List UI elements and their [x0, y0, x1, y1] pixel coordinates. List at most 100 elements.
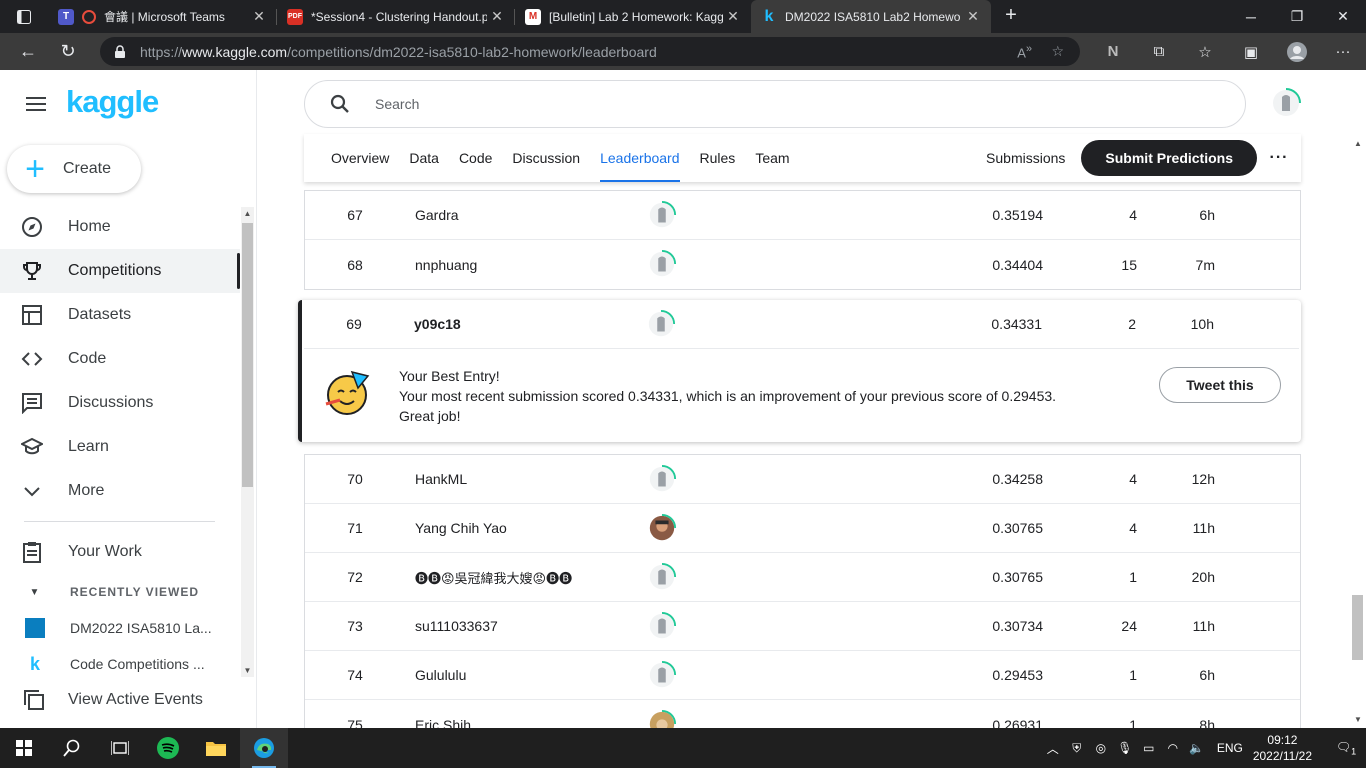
- table-row[interactable]: 67 Gardra 0.35194 4 6h: [305, 191, 1300, 240]
- user-avatar[interactable]: [1270, 87, 1302, 119]
- refresh-icon[interactable]: ↻: [48, 33, 88, 70]
- tab-rules[interactable]: Rules: [690, 134, 746, 182]
- wifi-icon[interactable]: ◠: [1161, 741, 1185, 755]
- sidebar-item-discussions[interactable]: Discussions: [0, 381, 240, 425]
- system-clock[interactable]: 09:12 2022/11/22: [1253, 732, 1312, 764]
- settings-more-icon[interactable]: ···: [1320, 43, 1366, 60]
- team-cell[interactable]: Eric Shih: [415, 717, 471, 729]
- team-cell[interactable]: Gulululu: [415, 667, 466, 683]
- avatar[interactable]: [647, 562, 677, 592]
- team-cell[interactable]: Gardra: [415, 207, 459, 223]
- address-bar[interactable]: https://www.kaggle.com/competitions/dm20…: [100, 37, 1080, 66]
- extensions-puzzle-icon[interactable]: ⧉: [1136, 43, 1182, 60]
- microphone-icon[interactable]: 🎙: [1113, 741, 1137, 755]
- chevron-up-icon[interactable]: ︿: [1041, 740, 1065, 757]
- task-view-icon[interactable]: [96, 728, 144, 768]
- minimize-icon[interactable]: ─: [1228, 0, 1274, 33]
- language-indicator[interactable]: ENG: [1217, 741, 1243, 755]
- avatar[interactable]: [647, 660, 677, 690]
- kaggle-logo[interactable]: kaggle: [66, 84, 159, 120]
- avatar[interactable]: [647, 464, 677, 494]
- table-row[interactable]: 74 Gulululu 0.29453 1 6h: [305, 651, 1300, 700]
- scrollbar-thumb[interactable]: [1352, 595, 1363, 660]
- close-tab-icon[interactable]: ✕: [487, 8, 507, 25]
- table-row-own[interactable]: 69 y09c18 0.34331 2 10h: [304, 300, 1299, 349]
- tab-data[interactable]: Data: [399, 134, 449, 182]
- battery-icon[interactable]: ▭: [1137, 741, 1161, 755]
- new-tab-button[interactable]: +: [991, 0, 1031, 33]
- sidebar-item-code[interactable]: Code: [0, 337, 240, 381]
- table-row[interactable]: 72 🅑🅑😡吳冠緯我大嫂😡🅑🅑 0.30765 1 20h: [305, 553, 1300, 602]
- team-cell[interactable]: Yang Chih Yao: [415, 520, 507, 536]
- volume-icon[interactable]: 🔈: [1185, 741, 1209, 755]
- submit-predictions-button[interactable]: Submit Predictions: [1081, 140, 1257, 176]
- spotify-icon[interactable]: [144, 728, 192, 768]
- sidebar-item-your-work[interactable]: Your Work: [0, 530, 240, 574]
- notification-center-icon[interactable]: 🗨1: [1326, 740, 1366, 756]
- maximize-icon[interactable]: ❐: [1274, 0, 1320, 33]
- sidebar-item-competitions[interactable]: Competitions: [0, 249, 240, 293]
- tab-code[interactable]: Code: [449, 134, 502, 182]
- file-explorer-icon[interactable]: [192, 728, 240, 768]
- scroll-up-icon[interactable]: ▲: [241, 209, 254, 218]
- team-cell[interactable]: 🅑🅑😡吳冠緯我大嫂😡🅑🅑: [415, 568, 572, 587]
- browser-tab-gmail[interactable]: M [Bulletin] Lab 2 Homework: Kagg ✕: [515, 0, 751, 33]
- edge-browser-icon[interactable]: [240, 728, 288, 768]
- table-row[interactable]: 68 nnphuang 0.34404 15 7m: [305, 240, 1300, 289]
- sidebar-scrollbar[interactable]: ▲ ▼: [241, 207, 254, 677]
- tab-leaderboard[interactable]: Leaderboard: [590, 134, 689, 182]
- search-icon[interactable]: [48, 728, 96, 768]
- scroll-down-icon[interactable]: ▼: [1350, 715, 1366, 724]
- security-shield-icon[interactable]: ⛨: [1065, 741, 1089, 756]
- close-window-icon[interactable]: ✕: [1320, 0, 1366, 33]
- sidebar-item-datasets[interactable]: Datasets: [0, 293, 240, 337]
- view-active-events-button[interactable]: View Active Events: [0, 682, 240, 718]
- sidebar-item-home[interactable]: Home: [0, 205, 240, 249]
- team-cell[interactable]: nnphuang: [415, 257, 477, 273]
- back-icon[interactable]: ←: [8, 33, 48, 70]
- more-options-icon[interactable]: ···: [1257, 149, 1301, 167]
- avatar[interactable]: [647, 200, 677, 230]
- tab-team[interactable]: Team: [745, 134, 799, 182]
- sidebar-item-more[interactable]: More: [0, 469, 240, 513]
- avatar[interactable]: [647, 709, 677, 728]
- avatar[interactable]: [646, 309, 676, 339]
- recently-viewed-header[interactable]: ▼ RECENTLY VIEWED: [0, 580, 199, 604]
- browser-tab-teams[interactable]: T 會議 | Microsoft Teams ✕: [48, 0, 277, 33]
- submissions-link[interactable]: Submissions: [986, 150, 1065, 166]
- browser-tab-kaggle[interactable]: k DM2022 ISA5810 Lab2 Homewo ✕: [751, 0, 991, 33]
- page-scrollbar[interactable]: ▲ ▼: [1350, 135, 1366, 728]
- read-aloud-icon[interactable]: A»: [1017, 43, 1032, 60]
- tweet-button[interactable]: Tweet this: [1159, 367, 1281, 403]
- browser-tab-pdf[interactable]: PDF *Session4 - Clustering Handout.p ✕: [277, 0, 515, 33]
- camera-icon[interactable]: ◎: [1089, 741, 1113, 755]
- recent-item[interactable]: DM2022 ISA5810 La...: [0, 610, 240, 646]
- scrollbar-thumb[interactable]: [242, 223, 253, 487]
- table-row[interactable]: 71 Yang Chih Yao 0.30765 4 11h: [305, 504, 1300, 553]
- favorite-star-icon[interactable]: ☆: [1051, 43, 1064, 60]
- profile-icon[interactable]: [1274, 41, 1320, 62]
- windows-start-icon[interactable]: [0, 728, 48, 768]
- tab-overview[interactable]: Overview: [304, 134, 399, 182]
- sidebar-item-learn[interactable]: Learn: [0, 425, 240, 469]
- search-input[interactable]: Search: [304, 80, 1246, 128]
- create-button[interactable]: + Create: [7, 145, 141, 193]
- favorites-icon[interactable]: ☆: [1182, 43, 1228, 61]
- close-tab-icon[interactable]: ✕: [249, 8, 269, 25]
- tab-discussion[interactable]: Discussion: [502, 134, 590, 182]
- extension-n-icon[interactable]: N: [1090, 43, 1136, 60]
- recent-item[interactable]: k Code Competitions ...: [0, 646, 240, 682]
- team-cell[interactable]: HankML: [415, 471, 467, 487]
- team-cell[interactable]: y09c18: [414, 316, 461, 332]
- table-row[interactable]: 73 su111033637 0.30734 24 11h: [305, 602, 1300, 651]
- table-row[interactable]: 75 Eric Shih 0.26931 1 8h: [305, 700, 1300, 728]
- hamburger-menu-icon[interactable]: [26, 97, 46, 115]
- collections-icon[interactable]: ▣: [1228, 43, 1274, 61]
- close-tab-icon[interactable]: ✕: [963, 8, 983, 25]
- close-tab-icon[interactable]: ✕: [723, 8, 743, 25]
- team-cell[interactable]: su111033637: [415, 618, 498, 634]
- avatar[interactable]: [647, 513, 677, 543]
- table-row[interactable]: 70 HankML 0.34258 4 12h: [305, 455, 1300, 504]
- scroll-down-icon[interactable]: ▼: [241, 666, 254, 675]
- avatar[interactable]: [647, 611, 677, 641]
